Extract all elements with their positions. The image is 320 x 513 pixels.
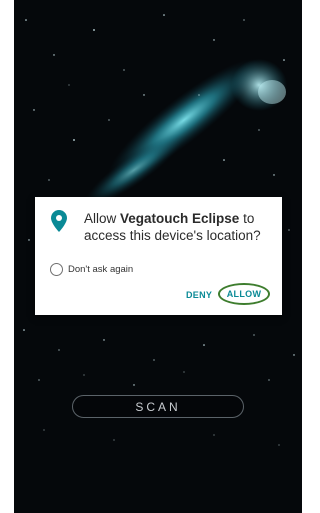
app-name: Vegatouch Eclipse [120, 211, 240, 226]
location-pin-icon [51, 210, 67, 232]
dont-ask-again-label: Don't ask again [68, 263, 134, 275]
dont-ask-again-checkbox[interactable]: Don't ask again [50, 261, 133, 277]
scan-button[interactable]: SCAN [72, 395, 244, 418]
radio-circle-icon[interactable] [50, 262, 63, 276]
allow-button[interactable]: ALLOW [218, 283, 270, 305]
dialog-message: Allow Vegatouch Eclipse to access this d… [84, 210, 280, 244]
comet-nebula [84, 58, 287, 207]
message-prefix: Allow [84, 211, 121, 226]
page: Allow Vegatouch Eclipse to access this d… [0, 0, 311, 513]
location-permission-dialog: Allow Vegatouch Eclipse to access this d… [35, 197, 282, 315]
deny-button[interactable]: DENY [186, 290, 212, 300]
app-screen: Allow Vegatouch Eclipse to access this d… [14, 0, 302, 513]
